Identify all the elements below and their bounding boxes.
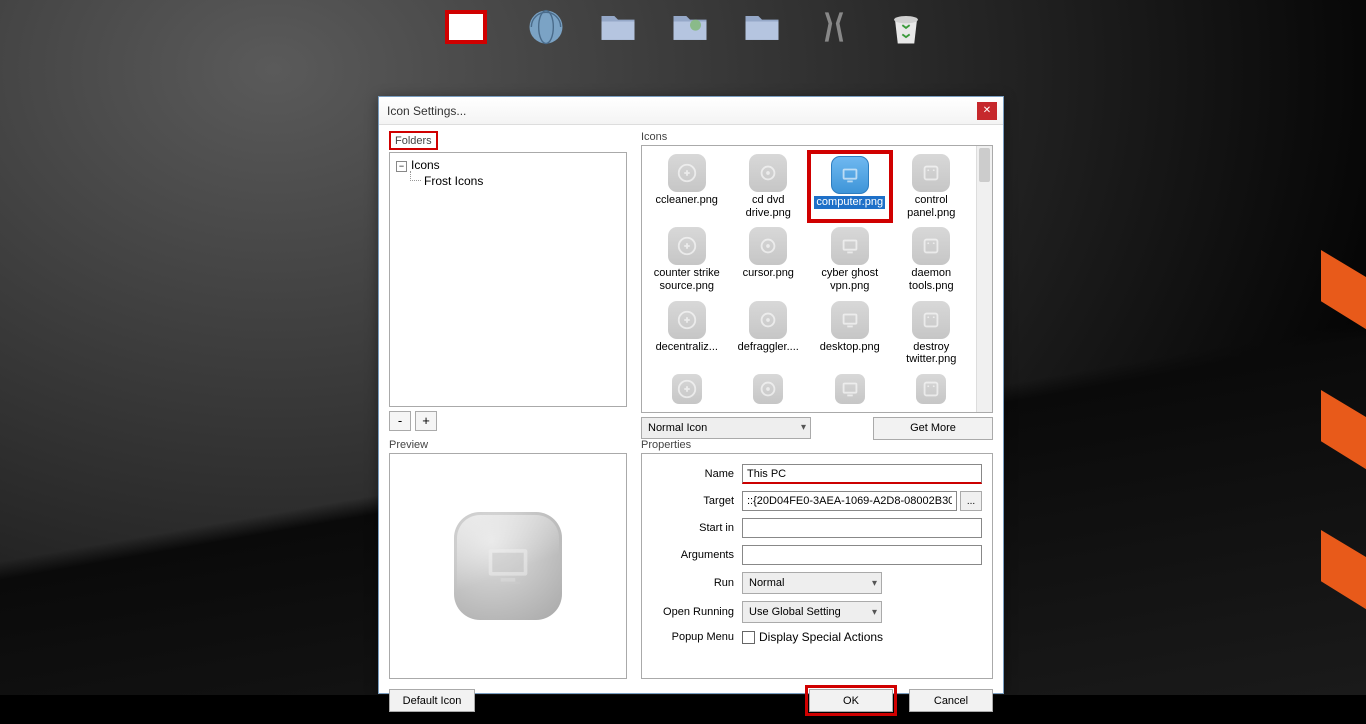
icon-grid[interactable]: ccleaner.png cd dvd drive.png computer.png…: [642, 146, 976, 412]
run-select[interactable]: Normal: [742, 572, 882, 594]
preview-computer-icon: [454, 512, 562, 620]
icon-item[interactable]: [646, 372, 728, 406]
icon-item[interactable]: [728, 372, 810, 406]
dock-icon-folder-2[interactable]: [667, 4, 713, 50]
tree-item-root[interactable]: −Icons: [396, 157, 620, 173]
startin-label: Start in: [652, 522, 742, 534]
icon-filename: computer.png: [814, 196, 885, 209]
tree-collapse-icon[interactable]: −: [396, 161, 407, 172]
icon-item[interactable]: desktop.png: [809, 299, 891, 368]
openrunning-select[interactable]: Use Global Setting: [742, 601, 882, 623]
folders-panel: Folders −Icons Frost Icons - +: [389, 131, 627, 431]
icon-thumb: [672, 374, 702, 404]
tree-item-child[interactable]: Frost Icons: [396, 173, 620, 189]
dock-icon-folder-1[interactable]: [595, 4, 641, 50]
dialog-titlebar[interactable]: Icon Settings... ✕: [379, 97, 1003, 125]
icon-item[interactable]: defraggler....: [728, 299, 810, 368]
icon-thumb: [668, 301, 706, 339]
folders-label: Folders: [395, 135, 432, 147]
display-special-checkbox[interactable]: [742, 631, 755, 644]
desktop-dock: [445, 4, 929, 50]
icon-thumb: [831, 301, 869, 339]
arguments-label: Arguments: [652, 549, 742, 561]
run-label: Run: [652, 577, 742, 589]
icon-filename: destroy twitter.png: [894, 341, 968, 366]
properties-label: Properties: [641, 439, 993, 451]
close-button[interactable]: ✕: [977, 102, 997, 120]
popupmenu-label: Popup Menu: [652, 631, 742, 643]
target-field[interactable]: [742, 491, 957, 511]
openrunning-label: Open Running: [652, 606, 742, 618]
icon-item[interactable]: counter strike source.png: [646, 225, 728, 294]
icon-filename: desktop.png: [820, 341, 880, 354]
icon-filename: cyber ghost vpn.png: [813, 267, 887, 292]
icon-item[interactable]: destroy twitter.png: [891, 299, 973, 368]
dock-icon-recycle[interactable]: [883, 4, 929, 50]
icon-thumb: [912, 227, 950, 265]
name-label: Name: [652, 468, 742, 480]
icons-panel: Icons ccleaner.png cd dvd drive.png comput…: [641, 131, 993, 431]
icons-scrollbar[interactable]: [976, 146, 992, 412]
icon-item[interactable]: computer.png: [809, 152, 891, 221]
icon-thumb: [912, 154, 950, 192]
icon-item[interactable]: control panel.png: [891, 152, 973, 221]
dialog-button-row: Default Icon OK Cancel: [389, 687, 993, 714]
icon-filename: cursor.png: [743, 267, 794, 280]
icon-thumb: [749, 154, 787, 192]
get-more-button[interactable]: Get More: [873, 417, 993, 440]
remove-folder-button[interactable]: -: [389, 411, 411, 431]
icon-item[interactable]: cursor.png: [728, 225, 810, 294]
default-icon-button[interactable]: Default Icon: [389, 689, 475, 712]
dock-icon-globe[interactable]: [523, 4, 569, 50]
icon-filename: counter strike source.png: [650, 267, 724, 292]
icon-thumb: [668, 154, 706, 192]
icon-thumb: [753, 374, 783, 404]
icon-thumb: [831, 156, 869, 194]
icon-thumb: [835, 374, 865, 404]
icon-thumb: [831, 227, 869, 265]
icon-filename: daemon tools.png: [894, 267, 968, 292]
icon-type-select[interactable]: Normal Icon: [641, 417, 811, 439]
preview-box: [389, 453, 627, 679]
icon-thumb: [916, 374, 946, 404]
icon-item[interactable]: daemon tools.png: [891, 225, 973, 294]
icon-item[interactable]: decentraliz...: [646, 299, 728, 368]
startin-field[interactable]: [742, 518, 982, 538]
arguments-field[interactable]: [742, 545, 982, 565]
dialog-title: Icon Settings...: [385, 104, 977, 118]
preview-label: Preview: [389, 439, 627, 451]
add-folder-button[interactable]: +: [415, 411, 437, 431]
ok-button[interactable]: OK: [809, 689, 893, 712]
dock-icon-folder-3[interactable]: [739, 4, 785, 50]
icon-item[interactable]: [891, 372, 973, 406]
icon-item[interactable]: ccleaner.png: [646, 152, 728, 221]
dock-selected-slot[interactable]: [445, 10, 487, 44]
icon-settings-dialog: Icon Settings... ✕ Folders −Icons Frost …: [378, 96, 1004, 694]
icon-thumb: [668, 227, 706, 265]
icon-item[interactable]: [809, 372, 891, 406]
icon-filename: decentraliz...: [656, 341, 718, 354]
scrollbar-thumb[interactable]: [979, 148, 990, 182]
icons-label: Icons: [641, 131, 993, 143]
icon-filename: control panel.png: [894, 194, 968, 219]
icon-item[interactable]: cd dvd drive.png: [728, 152, 810, 221]
target-label: Target: [652, 495, 742, 507]
icon-filename: ccleaner.png: [656, 194, 718, 207]
properties-panel: Properties Name Target ... Start in Argu…: [641, 439, 993, 679]
icon-item[interactable]: cyber ghost vpn.png: [809, 225, 891, 294]
target-browse-button[interactable]: ...: [960, 491, 982, 511]
icon-filename: defraggler....: [738, 341, 799, 354]
preview-panel: Preview: [389, 439, 627, 679]
folder-tree[interactable]: −Icons Frost Icons: [389, 152, 627, 407]
dock-icon-tools[interactable]: [811, 4, 857, 50]
icon-thumb: [749, 301, 787, 339]
icon-thumb: [912, 301, 950, 339]
display-special-label: Display Special Actions: [759, 630, 883, 644]
name-field[interactable]: [742, 464, 982, 484]
icon-filename: cd dvd drive.png: [731, 194, 805, 219]
cancel-button[interactable]: Cancel: [909, 689, 993, 712]
icon-thumb: [749, 227, 787, 265]
